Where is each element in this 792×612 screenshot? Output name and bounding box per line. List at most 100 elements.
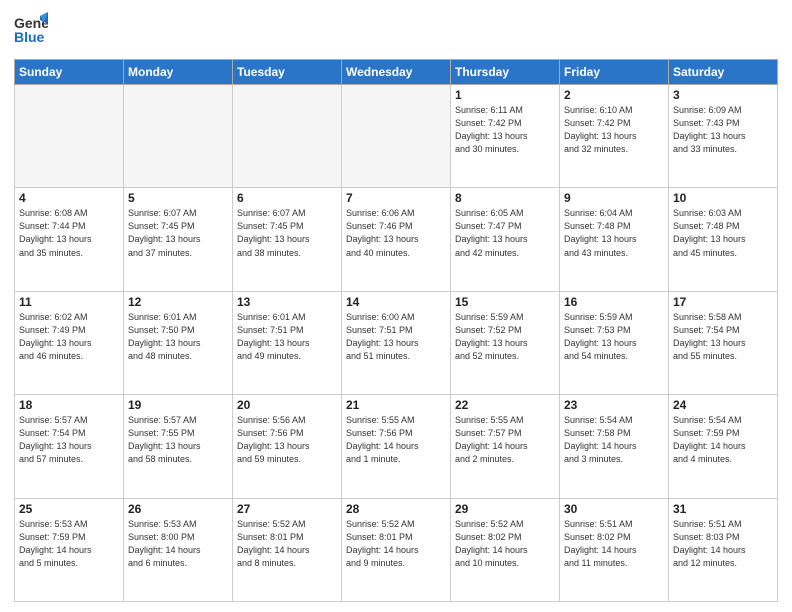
day-number: 4 xyxy=(19,191,119,205)
calendar-day-cell xyxy=(124,85,233,188)
weekday-header-row: SundayMondayTuesdayWednesdayThursdayFrid… xyxy=(15,60,778,85)
day-info: Sunrise: 6:02 AMSunset: 7:49 PMDaylight:… xyxy=(19,311,119,363)
day-number: 15 xyxy=(455,295,555,309)
day-number: 5 xyxy=(128,191,228,205)
day-info: Sunrise: 5:57 AMSunset: 7:54 PMDaylight:… xyxy=(19,414,119,466)
day-number: 24 xyxy=(673,398,773,412)
calendar-day-cell: 13 Sunrise: 6:01 AMSunset: 7:51 PMDayligh… xyxy=(233,291,342,394)
calendar-day-cell xyxy=(342,85,451,188)
calendar-day-cell: 6 Sunrise: 6:07 AMSunset: 7:45 PMDaylight… xyxy=(233,188,342,291)
calendar-week-3: 11 Sunrise: 6:02 AMSunset: 7:49 PMDayligh… xyxy=(15,291,778,394)
day-info: Sunrise: 6:00 AMSunset: 7:51 PMDaylight:… xyxy=(346,311,446,363)
calendar-day-cell: 2 Sunrise: 6:10 AMSunset: 7:42 PMDaylight… xyxy=(560,85,669,188)
day-number: 20 xyxy=(237,398,337,412)
day-info: Sunrise: 5:52 AMSunset: 8:01 PMDaylight:… xyxy=(237,518,337,570)
day-number: 12 xyxy=(128,295,228,309)
svg-text:Blue: Blue xyxy=(14,29,45,45)
day-info: Sunrise: 5:55 AMSunset: 7:57 PMDaylight:… xyxy=(455,414,555,466)
day-number: 31 xyxy=(673,502,773,516)
day-info: Sunrise: 6:07 AMSunset: 7:45 PMDaylight:… xyxy=(237,207,337,259)
header: General Blue xyxy=(14,10,778,53)
day-info: Sunrise: 6:07 AMSunset: 7:45 PMDaylight:… xyxy=(128,207,228,259)
calendar-day-cell: 15 Sunrise: 5:59 AMSunset: 7:52 PMDayligh… xyxy=(451,291,560,394)
day-number: 28 xyxy=(346,502,446,516)
day-info: Sunrise: 5:51 AMSunset: 8:03 PMDaylight:… xyxy=(673,518,773,570)
calendar-day-cell: 16 Sunrise: 5:59 AMSunset: 7:53 PMDayligh… xyxy=(560,291,669,394)
logo: General Blue xyxy=(14,10,48,53)
day-number: 1 xyxy=(455,88,555,102)
day-number: 29 xyxy=(455,502,555,516)
day-number: 25 xyxy=(19,502,119,516)
calendar-day-cell: 14 Sunrise: 6:00 AMSunset: 7:51 PMDayligh… xyxy=(342,291,451,394)
day-info: Sunrise: 5:58 AMSunset: 7:54 PMDaylight:… xyxy=(673,311,773,363)
day-info: Sunrise: 6:08 AMSunset: 7:44 PMDaylight:… xyxy=(19,207,119,259)
day-number: 14 xyxy=(346,295,446,309)
calendar-day-cell: 26Sunrise: 5:53 AMSunset: 8:00 PMDayligh… xyxy=(124,498,233,601)
calendar-day-cell: 23 Sunrise: 5:54 AMSunset: 7:58 PMDayligh… xyxy=(560,395,669,498)
page-container: General Blue SundayMondayTuesdayWednesda… xyxy=(0,0,792,612)
day-info: Sunrise: 5:55 AMSunset: 7:56 PMDaylight:… xyxy=(346,414,446,466)
day-number: 22 xyxy=(455,398,555,412)
day-info: Sunrise: 5:52 AMSunset: 8:02 PMDaylight:… xyxy=(455,518,555,570)
day-number: 30 xyxy=(564,502,664,516)
day-number: 2 xyxy=(564,88,664,102)
day-info: Sunrise: 6:01 AMSunset: 7:50 PMDaylight:… xyxy=(128,311,228,363)
calendar-week-2: 4 Sunrise: 6:08 AMSunset: 7:44 PMDaylight… xyxy=(15,188,778,291)
calendar-day-cell: 1Sunrise: 6:11 AMSunset: 7:42 PMDaylight… xyxy=(451,85,560,188)
day-info: Sunrise: 6:01 AMSunset: 7:51 PMDaylight:… xyxy=(237,311,337,363)
calendar-day-cell: 11 Sunrise: 6:02 AMSunset: 7:49 PMDayligh… xyxy=(15,291,124,394)
weekday-header-saturday: Saturday xyxy=(669,60,778,85)
calendar-week-1: 1Sunrise: 6:11 AMSunset: 7:42 PMDaylight… xyxy=(15,85,778,188)
day-info: Sunrise: 6:10 AMSunset: 7:42 PMDaylight:… xyxy=(564,104,664,156)
day-number: 23 xyxy=(564,398,664,412)
day-info: Sunrise: 6:05 AMSunset: 7:47 PMDaylight:… xyxy=(455,207,555,259)
day-info: Sunrise: 5:52 AMSunset: 8:01 PMDaylight:… xyxy=(346,518,446,570)
day-info: Sunrise: 5:59 AMSunset: 7:53 PMDaylight:… xyxy=(564,311,664,363)
calendar-day-cell: 25 Sunrise: 5:53 AMSunset: 7:59 PMDayligh… xyxy=(15,498,124,601)
day-number: 8 xyxy=(455,191,555,205)
calendar-day-cell: 8 Sunrise: 6:05 AMSunset: 7:47 PMDaylight… xyxy=(451,188,560,291)
day-info: Sunrise: 5:51 AMSunset: 8:02 PMDaylight:… xyxy=(564,518,664,570)
day-number: 3 xyxy=(673,88,773,102)
weekday-header-monday: Monday xyxy=(124,60,233,85)
day-number: 21 xyxy=(346,398,446,412)
calendar-day-cell: 20 Sunrise: 5:56 AMSunset: 7:56 PMDayligh… xyxy=(233,395,342,498)
calendar-day-cell: 18 Sunrise: 5:57 AMSunset: 7:54 PMDayligh… xyxy=(15,395,124,498)
day-number: 6 xyxy=(237,191,337,205)
day-number: 19 xyxy=(128,398,228,412)
day-info: Sunrise: 6:09 AMSunset: 7:43 PMDaylight:… xyxy=(673,104,773,156)
day-number: 7 xyxy=(346,191,446,205)
calendar-day-cell: 22 Sunrise: 5:55 AMSunset: 7:57 PMDayligh… xyxy=(451,395,560,498)
day-info: Sunrise: 5:53 AMSunset: 7:59 PMDaylight:… xyxy=(19,518,119,570)
weekday-header-tuesday: Tuesday xyxy=(233,60,342,85)
day-number: 9 xyxy=(564,191,664,205)
calendar-day-cell: 27 Sunrise: 5:52 AMSunset: 8:01 PMDayligh… xyxy=(233,498,342,601)
weekday-header-sunday: Sunday xyxy=(15,60,124,85)
weekday-header-friday: Friday xyxy=(560,60,669,85)
day-number: 17 xyxy=(673,295,773,309)
calendar-day-cell: 10Sunrise: 6:03 AMSunset: 7:48 PMDayligh… xyxy=(669,188,778,291)
weekday-header-thursday: Thursday xyxy=(451,60,560,85)
calendar-week-5: 25 Sunrise: 5:53 AMSunset: 7:59 PMDayligh… xyxy=(15,498,778,601)
day-info: Sunrise: 5:59 AMSunset: 7:52 PMDaylight:… xyxy=(455,311,555,363)
calendar-day-cell: 12 Sunrise: 6:01 AMSunset: 7:50 PMDayligh… xyxy=(124,291,233,394)
calendar-week-4: 18 Sunrise: 5:57 AMSunset: 7:54 PMDayligh… xyxy=(15,395,778,498)
calendar-day-cell: 29 Sunrise: 5:52 AMSunset: 8:02 PMDayligh… xyxy=(451,498,560,601)
calendar-day-cell: 9Sunrise: 6:04 AMSunset: 7:48 PMDaylight… xyxy=(560,188,669,291)
day-number: 18 xyxy=(19,398,119,412)
day-number: 16 xyxy=(564,295,664,309)
day-info: Sunrise: 6:06 AMSunset: 7:46 PMDaylight:… xyxy=(346,207,446,259)
calendar-day-cell: 4 Sunrise: 6:08 AMSunset: 7:44 PMDaylight… xyxy=(15,188,124,291)
calendar-day-cell: 19Sunrise: 5:57 AMSunset: 7:55 PMDayligh… xyxy=(124,395,233,498)
day-info: Sunrise: 5:56 AMSunset: 7:56 PMDaylight:… xyxy=(237,414,337,466)
day-number: 11 xyxy=(19,295,119,309)
day-info: Sunrise: 6:03 AMSunset: 7:48 PMDaylight:… xyxy=(673,207,773,259)
calendar-table: SundayMondayTuesdayWednesdayThursdayFrid… xyxy=(14,59,778,602)
day-info: Sunrise: 5:54 AMSunset: 7:58 PMDaylight:… xyxy=(564,414,664,466)
calendar-day-cell: 28 Sunrise: 5:52 AMSunset: 8:01 PMDayligh… xyxy=(342,498,451,601)
day-number: 27 xyxy=(237,502,337,516)
day-number: 13 xyxy=(237,295,337,309)
calendar-day-cell: 3 Sunrise: 6:09 AMSunset: 7:43 PMDaylight… xyxy=(669,85,778,188)
day-info: Sunrise: 5:53 AMSunset: 8:00 PMDaylight:… xyxy=(128,518,228,570)
calendar-day-cell: 30 Sunrise: 5:51 AMSunset: 8:02 PMDayligh… xyxy=(560,498,669,601)
